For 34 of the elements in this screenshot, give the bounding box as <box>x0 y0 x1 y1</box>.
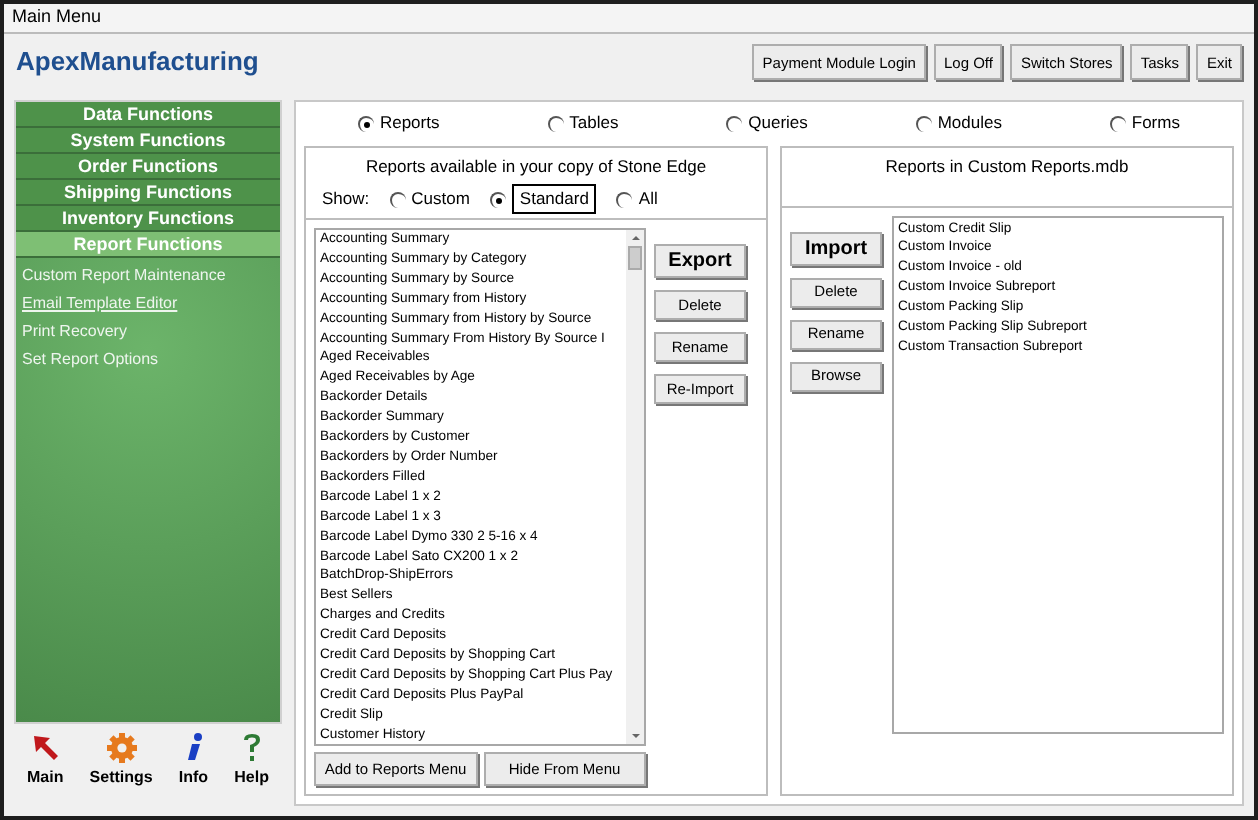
sidebar-section[interactable]: Shipping Functions <box>16 179 280 205</box>
radio-label: Forms <box>1131 110 1180 136</box>
sidebar-section[interactable]: Data Functions <box>16 101 280 127</box>
radio-label: Custom <box>411 186 470 212</box>
sidebar-section[interactable]: Inventory Functions <box>16 205 280 231</box>
radio-button[interactable] <box>726 115 743 131</box>
panel-title: Reports in Custom Reports.mdb <box>885 153 1129 180</box>
radio-label: Reports <box>379 110 440 136</box>
radio-button[interactable] <box>489 191 506 208</box>
sidebar-section[interactable]: System Functions <box>16 127 280 153</box>
radio-button[interactable] <box>547 115 564 131</box>
help-icon[interactable] <box>239 731 264 763</box>
radio-label: Queries <box>748 110 808 136</box>
show-label: Show: <box>322 186 370 212</box>
window-title: Main Menu <box>12 4 102 31</box>
radio-label: All <box>638 186 658 212</box>
button[interactable]: Export <box>654 244 746 278</box>
radio-label: Standard <box>511 184 597 214</box>
sidebar-section[interactable]: Order Functions <box>16 153 280 179</box>
icon-label: Settings <box>89 765 153 789</box>
radio-button[interactable] <box>1109 115 1126 131</box>
radio-label: Modules <box>937 110 1002 136</box>
panel-title: Reports available in your copy of Stone Edge <box>365 153 707 179</box>
icon-label: Info <box>178 765 209 789</box>
arrow-icon[interactable] <box>29 731 62 763</box>
radio-button[interactable] <box>357 115 374 131</box>
radio-label: Tables <box>569 110 619 136</box>
button[interactable]: Import <box>790 231 882 265</box>
icon-label: Main <box>27 765 64 789</box>
settings-icon[interactable] <box>105 731 138 763</box>
icon-label: Help <box>234 765 269 789</box>
app-title: ApexManufacturing <box>16 44 259 81</box>
radio-button[interactable] <box>915 115 932 131</box>
scrollbar[interactable] <box>626 230 644 744</box>
